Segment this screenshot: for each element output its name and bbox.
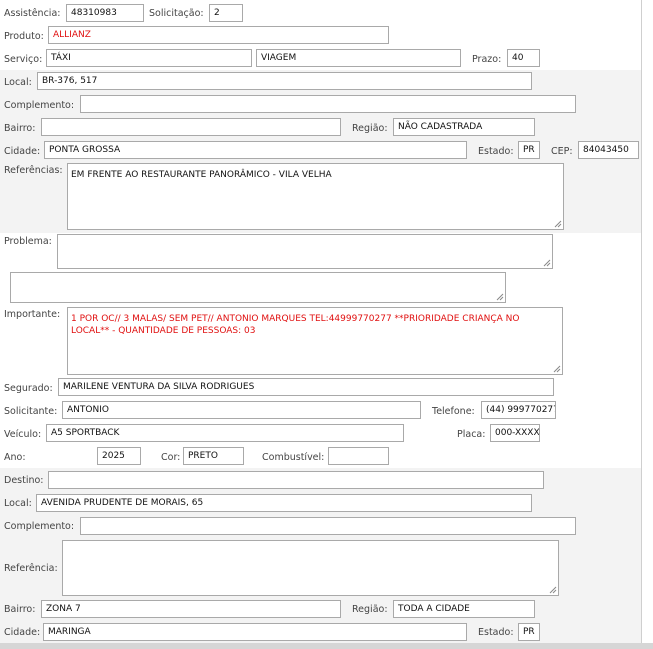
importante-textarea[interactable]: 1 POR OC// 3 MALAS/ SEM PET// ANTONIO MA… — [67, 307, 563, 375]
horizontal-scrollbar[interactable] — [0, 643, 653, 649]
origin-complemento-field[interactable] — [80, 95, 576, 113]
origin-referencias-text: EM FRENTE AO RESTAURANTE PANORÂMICO - VI… — [71, 170, 332, 180]
origin-regiao-field[interactable]: NÃO CADASTRADA — [393, 118, 535, 136]
origin-referencias-textarea[interactable]: EM FRENTE AO RESTAURANTE PANORÂMICO - VI… — [67, 163, 564, 230]
origin-cidade-label: Cidade: — [4, 146, 41, 157]
origin-regiao-label: Região: — [352, 123, 388, 134]
resize-grip-icon[interactable] — [554, 220, 562, 228]
origin-complemento-label: Complemento: — [4, 100, 75, 111]
dest-estado-field[interactable]: PR — [518, 623, 540, 641]
dest-referencia-textarea[interactable] — [62, 540, 559, 596]
problema-label: Problema: — [4, 236, 52, 247]
produto-label: Produto: — [4, 31, 44, 42]
ano-field[interactable]: 2025 — [97, 447, 141, 465]
segurado-label: Segurado: — [4, 383, 53, 394]
dest-complemento-field[interactable] — [80, 517, 576, 535]
origin-cidade-field[interactable]: PONTA GROSSA — [44, 141, 467, 159]
origin-bairro-field[interactable] — [41, 118, 341, 136]
telefone-label: Telefone: — [432, 406, 475, 417]
placa-field[interactable]: 000-XXXX — [490, 424, 540, 442]
service-request-form: Assistência: 48310983 Solicitação: 2 Pro… — [0, 0, 642, 649]
resize-grip-icon[interactable] — [549, 586, 557, 594]
solicitante-label: Solicitante: — [4, 406, 58, 417]
dest-referencia-label: Referência: — [4, 563, 58, 574]
destino-field[interactable] — [48, 471, 544, 489]
importante-text: 1 POR OC// 3 MALAS/ SEM PET// ANTONIO MA… — [71, 314, 520, 336]
combustivel-field[interactable] — [328, 447, 389, 465]
segurado-field[interactable]: MARILENE VENTURA DA SILVA RODRIGUES — [58, 378, 554, 396]
servico-subtype-field[interactable]: VIAGEM — [256, 49, 461, 67]
combustivel-label: Combustível: — [262, 452, 325, 463]
dest-bairro-label: Bairro: — [4, 604, 36, 615]
origin-local-field[interactable]: BR-376, 517 — [37, 72, 532, 90]
origin-local-label: Local: — [4, 77, 32, 88]
dest-cidade-field[interactable]: MARINGA — [43, 623, 467, 641]
servico-field[interactable]: TÁXI — [46, 49, 252, 67]
resize-grip-icon[interactable] — [553, 365, 561, 373]
origin-cep-label: CEP: — [551, 146, 573, 157]
placa-label: Placa: — [457, 429, 486, 440]
assistencia-field[interactable]: 48310983 — [66, 4, 144, 22]
veiculo-field[interactable]: A5 SPORTBACK — [46, 424, 404, 442]
dest-cidade-label: Cidade: — [4, 627, 41, 638]
cor-label: Cor: — [161, 452, 181, 463]
resize-grip-icon[interactable] — [496, 293, 504, 301]
origin-estado-field[interactable]: PR — [518, 141, 540, 159]
dest-estado-label: Estado: — [478, 627, 514, 638]
origin-referencias-label: Referências: — [4, 165, 63, 176]
dest-local-field[interactable]: AVENIDA PRUDENTE DE MORAIS, 65 — [36, 494, 532, 512]
dest-regiao-label: Região: — [352, 604, 388, 615]
solicitacao-field[interactable]: 2 — [209, 4, 243, 22]
problema-extra-textarea[interactable] — [10, 272, 506, 303]
solicitante-field[interactable]: ANTONIO — [62, 401, 421, 419]
solicitacao-label: Solicitação: — [149, 8, 204, 19]
origin-estado-label: Estado: — [478, 146, 514, 157]
veiculo-label: Veículo: — [4, 429, 42, 440]
servico-label: Serviço: — [4, 54, 43, 65]
prazo-field[interactable]: 40 — [507, 49, 540, 67]
dest-complemento-label: Complemento: — [4, 521, 75, 532]
cor-field[interactable]: PRETO — [183, 447, 244, 465]
destino-label: Destino: — [4, 475, 44, 486]
importante-label: Importante: — [4, 309, 61, 320]
ano-label: Ano: — [4, 452, 26, 463]
dest-regiao-field[interactable]: TODA A CIDADE — [393, 600, 535, 618]
telefone-field[interactable]: (44) 999770277 — [481, 401, 556, 419]
dest-local-label: Local: — [4, 498, 32, 509]
origin-cep-field[interactable]: 84043450 — [578, 141, 639, 159]
origin-bairro-label: Bairro: — [4, 123, 36, 134]
resize-grip-icon[interactable] — [543, 259, 551, 267]
problema-textarea[interactable] — [57, 234, 553, 269]
produto-field[interactable]: ALLIANZ — [48, 26, 389, 44]
assistencia-label: Assistência: — [4, 8, 61, 19]
prazo-label: Prazo: — [472, 54, 502, 65]
dest-bairro-field[interactable]: ZONA 7 — [41, 600, 341, 618]
